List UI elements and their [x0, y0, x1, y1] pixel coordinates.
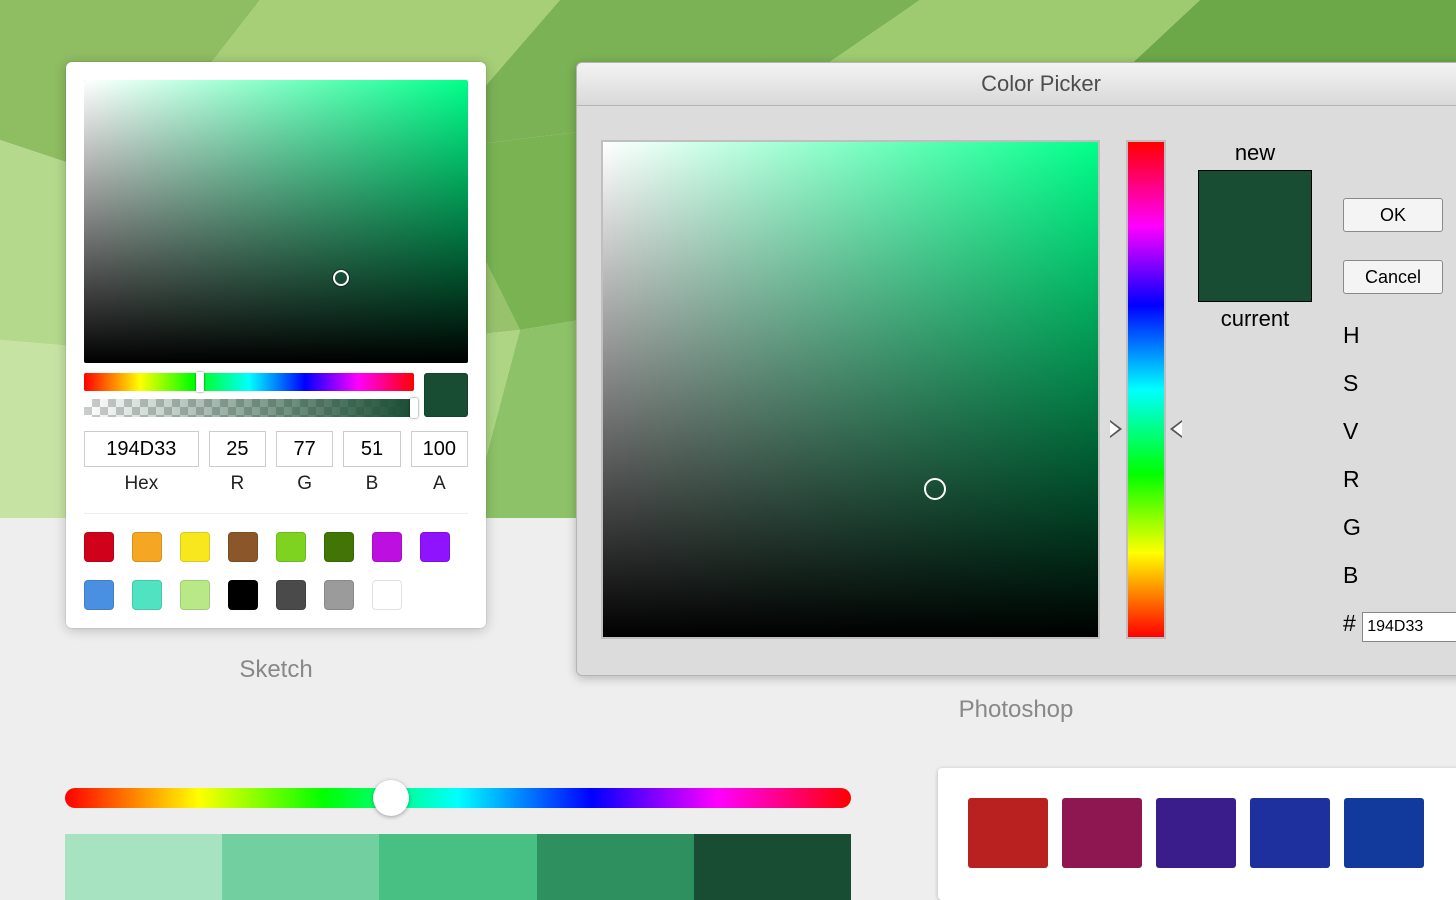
- g-input[interactable]: [276, 431, 333, 467]
- current-label: current: [1198, 306, 1312, 332]
- current-color-swatch: [424, 373, 468, 417]
- hue-long-thumb[interactable]: [373, 780, 409, 816]
- sketch-caption: Sketch: [66, 656, 486, 684]
- saturation-area[interactable]: [601, 140, 1100, 639]
- new-color-box: [1198, 170, 1312, 302]
- palette-swatch[interactable]: [1250, 798, 1330, 868]
- palette-swatch[interactable]: [1156, 798, 1236, 868]
- preset-swatch[interactable]: [276, 580, 306, 610]
- hex-input[interactable]: [1362, 612, 1456, 642]
- hex-input[interactable]: [84, 431, 199, 467]
- s-row: S: [1343, 370, 1456, 397]
- ok-button[interactable]: OK: [1343, 198, 1443, 232]
- photoshop-color-picker: Color Picker new current OK Cancel H S V…: [576, 62, 1456, 676]
- alpha-thumb[interactable]: [410, 398, 418, 418]
- b-input[interactable]: [343, 431, 400, 467]
- alpha-slider[interactable]: [84, 399, 414, 417]
- preset-swatch[interactable]: [372, 532, 402, 562]
- photoshop-caption: Photoshop: [576, 696, 1456, 724]
- a-label: A: [411, 473, 468, 495]
- preset-swatch[interactable]: [180, 580, 210, 610]
- preset-swatch[interactable]: [324, 532, 354, 562]
- preset-swatch[interactable]: [372, 580, 402, 610]
- r-label: R: [209, 473, 266, 495]
- hue-slider-long[interactable]: [65, 788, 851, 808]
- a-input[interactable]: [411, 431, 468, 467]
- preset-swatch[interactable]: [84, 532, 114, 562]
- saturation-cursor[interactable]: [924, 478, 946, 500]
- g-row: G: [1343, 514, 1456, 541]
- shade-segment[interactable]: [537, 834, 694, 900]
- photoshop-fields: OK Cancel H S V R G B #: [1343, 198, 1456, 663]
- g-label: G: [276, 473, 333, 495]
- palette-card: [938, 768, 1456, 900]
- r-input[interactable]: [209, 431, 266, 467]
- hex-row: #: [1343, 610, 1456, 642]
- hue-column[interactable]: [1126, 140, 1166, 639]
- window-titlebar[interactable]: Color Picker: [577, 63, 1456, 106]
- window-title: Color Picker: [981, 71, 1101, 97]
- palette-swatch[interactable]: [1062, 798, 1142, 868]
- hue-arrow-left-icon[interactable]: [1110, 420, 1122, 438]
- preset-swatch[interactable]: [228, 532, 258, 562]
- shade-segment[interactable]: [379, 834, 536, 900]
- palette-swatch[interactable]: [968, 798, 1048, 868]
- preset-swatches: [84, 513, 468, 628]
- h-row: H: [1343, 322, 1456, 349]
- preset-swatch[interactable]: [180, 532, 210, 562]
- palette-swatch[interactable]: [1344, 798, 1424, 868]
- saturation-cursor[interactable]: [333, 270, 349, 286]
- new-label: new: [1198, 140, 1312, 166]
- color-preview: new current: [1198, 140, 1312, 639]
- preset-swatch[interactable]: [420, 532, 450, 562]
- preset-swatch[interactable]: [324, 580, 354, 610]
- hue-arrow-right-icon[interactable]: [1170, 420, 1182, 438]
- preset-swatch[interactable]: [84, 580, 114, 610]
- hue-thumb[interactable]: [196, 372, 204, 392]
- preset-swatch[interactable]: [276, 532, 306, 562]
- palette-row: [968, 798, 1456, 868]
- r-row: R: [1343, 466, 1456, 493]
- shade-segment[interactable]: [222, 834, 379, 900]
- preset-swatch[interactable]: [132, 532, 162, 562]
- b-label: B: [343, 473, 400, 495]
- hex-label: Hex: [84, 473, 199, 495]
- b-row: B: [1343, 562, 1456, 589]
- shade-segment[interactable]: [694, 834, 851, 900]
- hue-slider[interactable]: [84, 373, 414, 391]
- shade-segment[interactable]: [65, 834, 222, 900]
- cancel-button[interactable]: Cancel: [1343, 260, 1443, 294]
- v-row: V: [1343, 418, 1456, 445]
- shade-segments: [65, 834, 851, 900]
- preset-swatch[interactable]: [132, 580, 162, 610]
- saturation-area[interactable]: [84, 80, 468, 363]
- sketch-color-picker: Hex R G B A: [66, 62, 486, 628]
- preset-swatch[interactable]: [228, 580, 258, 610]
